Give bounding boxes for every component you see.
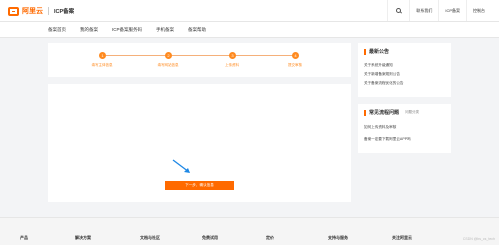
top-bar: 阿里云 ICP备案 联系我们 ICP备案 控制台 [0, 0, 499, 22]
nav-item-service-code[interactable]: ICP备案服务码 [112, 27, 142, 33]
form-card: 下一步，确认信息 [48, 84, 351, 202]
progress-card: 1 2 3 4 填写主体信息 填写网站信息 上传资料 提交审核 [48, 43, 351, 77]
footer-col-trial[interactable]: 免费试用 [202, 235, 218, 241]
step-connector [106, 55, 168, 56]
logo-divider [48, 7, 49, 15]
step-2-dot: 2 [165, 52, 172, 59]
nav-item-mobile[interactable]: 手机备案 [156, 27, 174, 33]
step-3-dot: 3 [229, 52, 236, 59]
search-icon [396, 8, 402, 13]
icp-link[interactable]: ICP备案 [438, 0, 466, 21]
footer: 产品 解决方案 文档与社区 免费试用 定价 支持与服务 关注阿里云 [0, 217, 499, 245]
next-step-button[interactable]: 下一步，确认信息 [165, 181, 234, 190]
console-link[interactable]: 控制台 [466, 0, 491, 21]
faq-link[interactable]: 备案一定要下载阿里云APP吗 [364, 137, 411, 142]
step-2-label: 填写网站信息 [157, 63, 179, 67]
logo-text: 阿里云 [22, 8, 43, 15]
step-connector [172, 55, 230, 56]
faq-category-link[interactable]: 问题分类 [405, 110, 419, 115]
search-button[interactable] [387, 0, 409, 21]
announcement-link[interactable]: 关于备案流程优化的公告 [364, 81, 404, 86]
step-1-label: 填写主体信息 [91, 63, 113, 67]
footer-col-support[interactable]: 支持与服务 [328, 235, 348, 241]
step-4-dot: 4 [292, 52, 299, 59]
top-bar-right: 联系我们 ICP备案 控制台 [387, 0, 491, 21]
faq-card: 常见流程问题 问题分类 如何上传资料及审核 备案一定要下载阿里云APP吗 [358, 104, 451, 153]
sub-nav: 备案首页 我的备案 ICP备案服务码 手机备案 备案帮助 [0, 22, 499, 38]
footer-col-pricing[interactable]: 定价 [266, 235, 274, 241]
faq-title: 常见流程问题 [369, 110, 400, 116]
step-4-label: 提交审核 [288, 63, 302, 67]
progress-steps: 1 2 3 4 填写主体信息 填写网站信息 上传资料 提交审核 [48, 51, 351, 71]
footer-col-follow[interactable]: 关注阿里云 [392, 235, 412, 241]
watermark: CSDN @bs_cs_tech [462, 237, 495, 241]
nav-item-help[interactable]: 备案帮助 [188, 27, 206, 33]
announcement-title: 最新公告 [369, 49, 390, 55]
faq-link[interactable]: 如何上传资料及审核 [364, 125, 396, 130]
footer-col-solutions[interactable]: 解决方案 [75, 235, 91, 241]
contact-us-link[interactable]: 联系我们 [409, 0, 438, 21]
nav-item-my-filing[interactable]: 我的备案 [80, 27, 98, 33]
announcement-link[interactable]: 关于系统升级通知 [364, 63, 393, 68]
step-1-dot: 1 [99, 52, 106, 59]
page-title: ICP备案 [54, 9, 75, 15]
accent-bar [364, 109, 366, 116]
pointer-arrow-icon [172, 159, 190, 173]
nav-item-home[interactable]: 备案首页 [48, 27, 66, 33]
step-3-label: 上传资料 [225, 63, 239, 67]
step-connector [234, 55, 294, 56]
footer-col-products[interactable]: 产品 [20, 235, 28, 241]
announcement-card: 最新公告 关于系统升级通知 关于新增备案规则公告 关于备案流程优化的公告 [358, 43, 451, 97]
aliyun-logo-icon [8, 6, 19, 16]
logo[interactable]: 阿里云 ICP备案 [8, 5, 74, 17]
announcement-link[interactable]: 关于新增备案规则公告 [364, 72, 400, 77]
accent-bar [364, 48, 366, 55]
footer-col-docs[interactable]: 文档与社区 [140, 235, 160, 241]
